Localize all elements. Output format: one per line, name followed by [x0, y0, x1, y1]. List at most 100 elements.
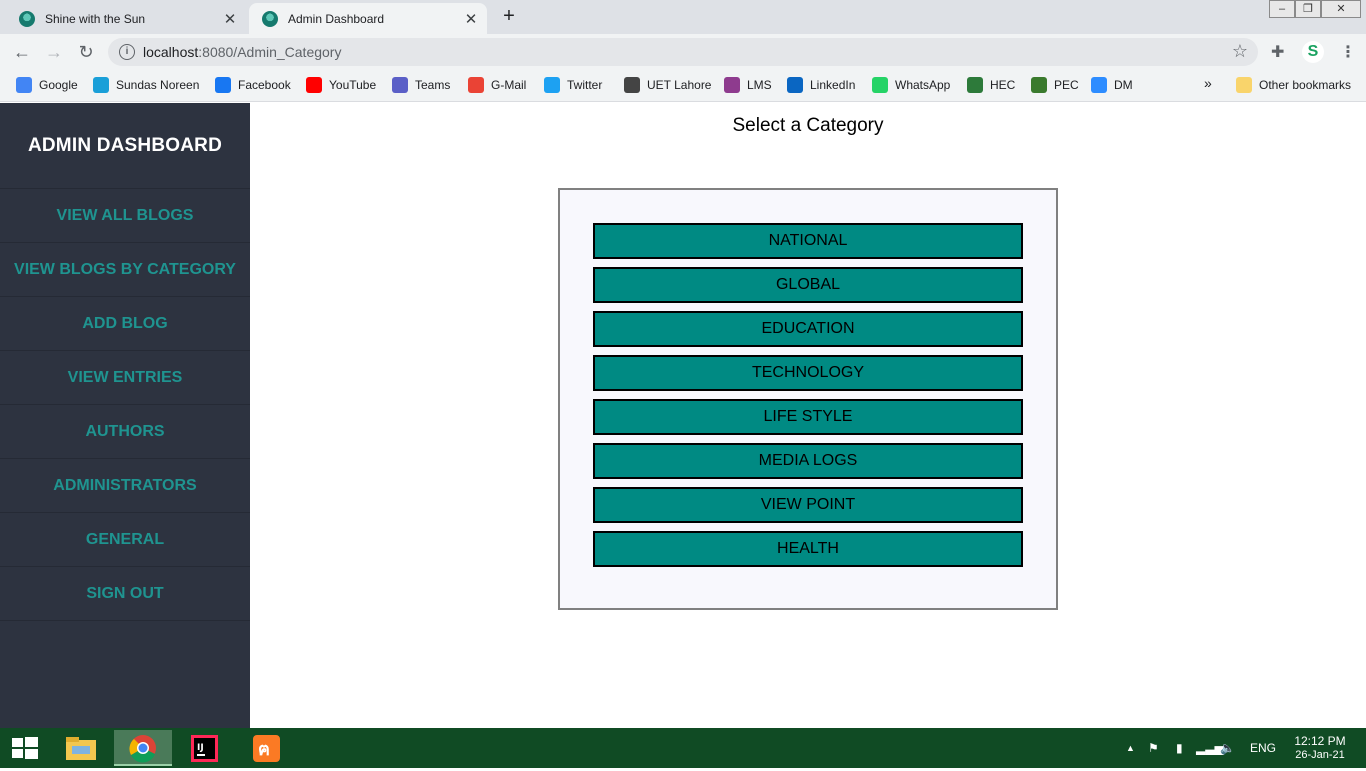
bookmark-g-mail[interactable]: G-Mail [468, 77, 526, 93]
new-tab-button[interactable]: + [495, 5, 523, 29]
url-host: localhost [143, 44, 199, 60]
google-icon [16, 77, 32, 93]
browser-tab-shine[interactable]: Shine with the Sun ✕ [6, 3, 246, 34]
close-tab-icon[interactable]: ✕ [461, 10, 481, 28]
bookmark-sundas-noreen[interactable]: Sundas Noreen [93, 77, 199, 93]
folder-icon [1236, 77, 1252, 93]
bookmark-hec[interactable]: HEC [967, 77, 1015, 93]
category-button-education[interactable]: EDUCATION [593, 311, 1023, 347]
bookmark-lms[interactable]: LMS [724, 77, 772, 93]
url-text: localhost:8080/Admin_Category [143, 44, 341, 60]
network-status-icon[interactable]: ⚑ [1148, 728, 1159, 768]
chrome-icon[interactable] [114, 730, 172, 766]
svg-text:IJ: IJ [197, 743, 204, 753]
s-icon [93, 77, 109, 93]
bookmark-google[interactable]: Google [16, 77, 78, 93]
bookmark-label: LinkedIn [810, 78, 856, 92]
show-hidden-icons[interactable]: ▲ [1126, 728, 1135, 768]
pec-icon [1031, 77, 1047, 93]
bookmark-label: Google [39, 78, 78, 92]
minimize-window-button[interactable]: – [1269, 0, 1295, 18]
site-info-icon[interactable]: i [119, 44, 135, 60]
sidebar-item-add-blog[interactable]: ADD BLOG [0, 297, 250, 351]
bookmark-star-icon[interactable]: ☆ [1232, 41, 1248, 62]
admin-sidebar: ADMIN DASHBOARD VIEW ALL BLOGS VIEW BLOG… [0, 103, 250, 728]
bookmark-teams[interactable]: Teams [392, 77, 450, 93]
browser-toolbar: ← → ↻ i localhost:8080/Admin_Category ☆ … [0, 34, 1366, 70]
hec-icon [967, 77, 983, 93]
sidebar-title: ADMIN DASHBOARD [0, 103, 250, 189]
bookmark-label: YouTube [329, 78, 377, 92]
restore-window-button[interactable]: ❐ [1295, 0, 1321, 18]
other-bookmarks-folder[interactable]: Other bookmarks [1236, 77, 1351, 93]
bookmark-label: Twitter [567, 78, 603, 92]
xampp-icon[interactable]: ฅ [238, 730, 296, 766]
intellij-icon[interactable]: IJ [176, 730, 234, 766]
sidebar-item-general[interactable]: GENERAL [0, 513, 250, 567]
bookmark-linkedin[interactable]: LinkedIn [787, 77, 855, 93]
sidebar-item-sign-out[interactable]: SIGN OUT [0, 567, 250, 621]
windows-taskbar: IJ ฅ ▲ ⚑ ▮ ▂▃▅ 🔈 ENG 12:12 PM 26-Jan-21 [0, 728, 1366, 768]
language-indicator[interactable]: ENG [1250, 728, 1276, 768]
linkedin-icon [787, 77, 803, 93]
close-window-button[interactable]: ✕ [1321, 0, 1361, 18]
sidebar-item-authors[interactable]: AUTHORS [0, 405, 250, 459]
other-bookmarks-label: Other bookmarks [1259, 78, 1352, 92]
site-favicon-icon [19, 10, 35, 27]
url-path: :8080/Admin_Category [198, 44, 342, 60]
category-button-media-logs[interactable]: MEDIA LOGS [593, 443, 1023, 479]
bookmark-label: UET Lahore [647, 78, 712, 92]
bookmark-label: DM [1114, 78, 1133, 92]
sidebar-item-view-all-blogs[interactable]: VIEW ALL BLOGS [0, 189, 250, 243]
battery-icon[interactable]: ▮ [1176, 728, 1183, 768]
file-explorer-icon[interactable] [52, 730, 110, 766]
category-button-life-style[interactable]: LIFE STYLE [593, 399, 1023, 435]
facebook-icon [215, 77, 231, 93]
browser-tab-admin-dashboard[interactable]: Admin Dashboard ✕ [249, 3, 487, 34]
bookmark-label: Teams [415, 78, 451, 92]
bookmark-facebook[interactable]: Facebook [215, 77, 291, 93]
bookmark-label: LMS [747, 78, 772, 92]
reload-icon[interactable]: ↻ [74, 40, 98, 64]
bookmark-dm[interactable]: DM [1091, 77, 1133, 93]
teams-icon [392, 77, 408, 93]
clock[interactable]: 12:12 PM 26-Jan-21 [1290, 728, 1350, 768]
lms-icon [724, 77, 740, 93]
sidebar-item-view-blogs-by-category[interactable]: VIEW BLOGS BY CATEGORY [0, 243, 250, 297]
bookmarks-bar: » Other bookmarks Google Sundas Noreen Fac… [0, 70, 1366, 102]
zoom-icon [1091, 77, 1107, 93]
youtube-icon [306, 77, 322, 93]
bookmark-label: WhatsApp [895, 78, 951, 92]
category-button-health[interactable]: HEALTH [593, 531, 1023, 567]
chrome-menu-icon[interactable]: ⋮ [1340, 42, 1356, 62]
page-title: Select a Category [732, 115, 884, 136]
bookmark-youtube[interactable]: YouTube [306, 77, 376, 93]
windows-start-icon[interactable] [0, 730, 50, 766]
main-content: Select a Category NATIONAL GLOBAL EDUCAT… [250, 103, 1366, 728]
bookmark-pec[interactable]: PEC [1031, 77, 1079, 93]
bookmark-label: Sundas Noreen [116, 78, 200, 92]
tab-title: Shine with the Sun [45, 11, 146, 26]
bookmark-label: HEC [990, 78, 1016, 92]
clock-date: 26-Jan-21 [1295, 749, 1345, 761]
sidebar-item-administrators[interactable]: ADMINISTRATORS [0, 459, 250, 513]
bookmark-twitter[interactable]: Twitter [544, 77, 602, 93]
close-tab-icon[interactable]: ✕ [220, 10, 240, 28]
category-button-global[interactable]: GLOBAL [593, 267, 1023, 303]
back-arrow-icon[interactable]: ← [10, 40, 34, 64]
uet-icon [624, 77, 640, 93]
category-button-view-point[interactable]: VIEW POINT [593, 487, 1023, 523]
browser-tab-strip: Shine with the Sun ✕ Admin Dashboard ✕ +… [0, 0, 1366, 34]
bookmarks-overflow-icon[interactable]: » [1204, 75, 1212, 91]
bookmark-label: PEC [1054, 78, 1079, 92]
bookmark-whatsapp[interactable]: WhatsApp [872, 77, 950, 93]
address-bar[interactable]: i localhost:8080/Admin_Category ☆ [108, 38, 1258, 66]
forward-arrow-icon[interactable]: → [42, 40, 66, 64]
volume-icon[interactable]: 🔈 [1220, 728, 1235, 768]
category-button-national[interactable]: NATIONAL [593, 223, 1023, 259]
bookmark-uet-lahore[interactable]: UET Lahore [624, 77, 711, 93]
category-button-technology[interactable]: TECHNOLOGY [593, 355, 1023, 391]
extensions-puzzle-icon[interactable]: ✚ [1271, 42, 1284, 62]
profile-avatar[interactable]: S [1302, 41, 1324, 63]
sidebar-item-view-entries[interactable]: VIEW ENTRIES [0, 351, 250, 405]
